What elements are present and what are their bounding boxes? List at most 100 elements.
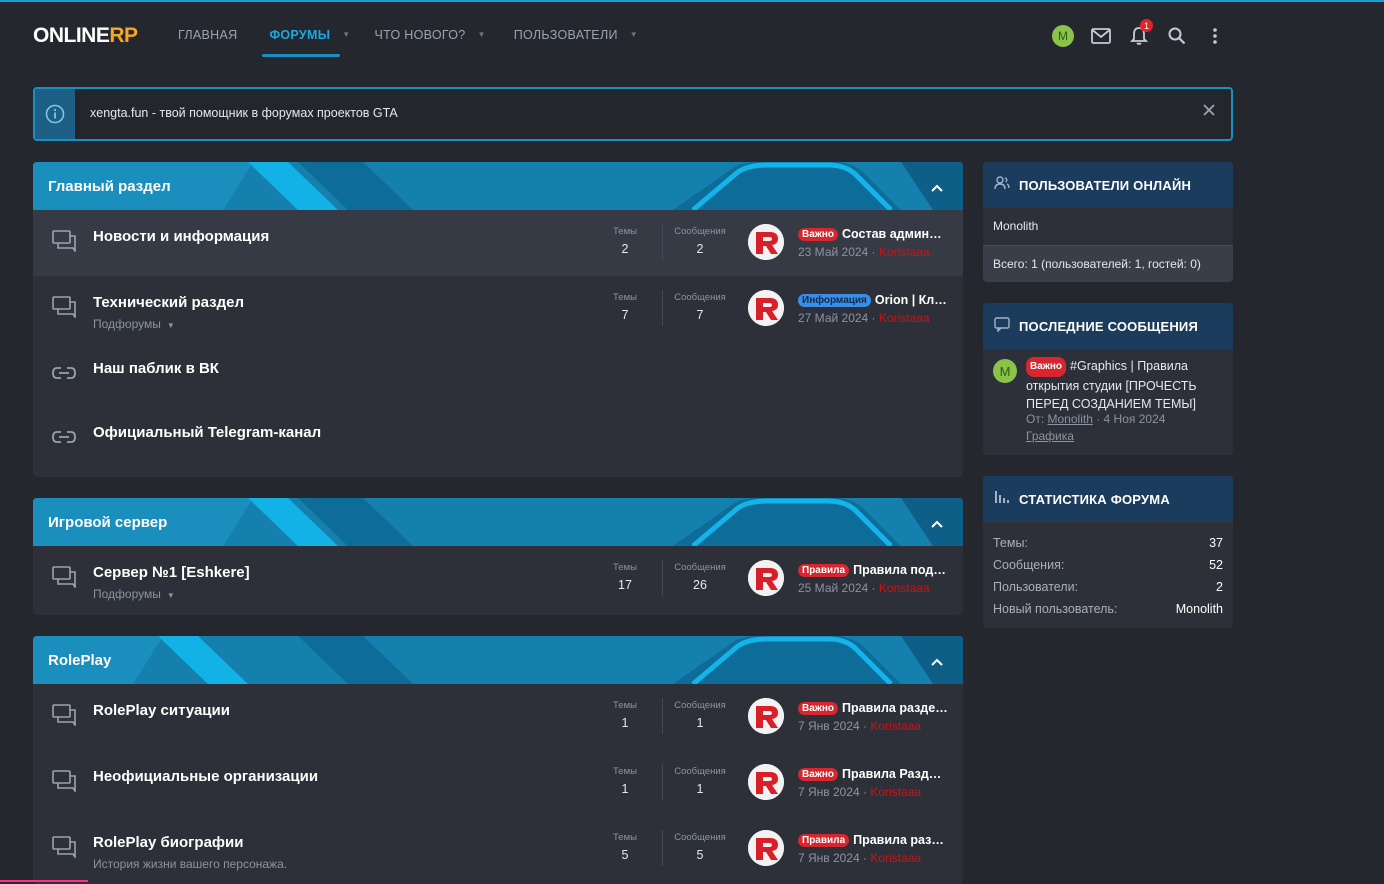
user-link[interactable]: Koristaaa	[870, 785, 921, 799]
stat-row: Пользователи:2	[993, 576, 1223, 598]
forum-chat-icon	[52, 296, 76, 323]
last-post-link[interactable]: ПравилаПравила подачи жалоб	[798, 563, 948, 577]
collapse-chevron-up-icon[interactable]	[931, 515, 943, 533]
prefix-badge: Важно	[798, 228, 838, 241]
category-header[interactable]: RolePlay	[33, 636, 963, 684]
users-icon	[994, 176, 1010, 195]
last-post-link[interactable]: ВажноПравила Раздела	[798, 767, 948, 781]
last-post-link[interactable]: ВажноСостав администрации	[798, 227, 948, 241]
chevron-down-icon[interactable]: ▼	[478, 20, 486, 50]
nav-users[interactable]: ПОЛЬЗОВАТЕЛИ▼	[502, 20, 650, 58]
avatar: M	[1052, 25, 1074, 47]
user-link[interactable]: Monolith	[1176, 598, 1223, 620]
widget-header: ПОСЛЕДНИЕ СООБЩЕНИЯ	[983, 303, 1233, 349]
forum-title-link[interactable]: Сервер №1 [Eshkere]	[93, 564, 250, 581]
latest-post-item: M Важно#Graphics | Правила открытия студ…	[983, 349, 1233, 455]
collapse-chevron-up-icon[interactable]	[931, 653, 943, 671]
forum-title-link[interactable]: Технический раздел	[93, 294, 244, 311]
avatar[interactable]	[748, 224, 784, 260]
close-icon[interactable]	[1203, 103, 1215, 121]
last-post-meta: 23 Май 2024 · Koristaaa	[798, 245, 930, 259]
bell-icon[interactable]: 1	[1120, 24, 1158, 48]
last-post-meta: 27 Май 2024 · Koristaaa	[798, 311, 930, 325]
last-post-meta: 25 Май 2024 · Koristaaa	[798, 581, 930, 595]
site-logo[interactable]: ONLINERP	[33, 24, 138, 48]
avatar[interactable]	[748, 830, 784, 866]
forum-title-link[interactable]: RolePlay биографии	[93, 834, 244, 851]
nav-home[interactable]: ГЛАВНАЯ	[166, 20, 249, 58]
link-node[interactable]: Официальный Telegram-канал	[33, 406, 963, 477]
category-title[interactable]: Главный раздел	[48, 178, 171, 195]
messages-stat: Сообщения2	[668, 226, 732, 256]
themes-stat: Темы5	[593, 832, 657, 862]
forum-title-link[interactable]: Неофициальные организации	[93, 768, 318, 785]
forum-node[interactable]: Новости и информация Темы2 Сообщения2 Ва…	[33, 210, 963, 276]
chevron-down-icon: ▼	[167, 321, 175, 330]
prefix-badge: Правила	[798, 564, 849, 577]
user-link[interactable]: Koristaaa	[879, 581, 930, 595]
latest-post-link[interactable]: Важно#Graphics | Правила открытия студии…	[1026, 357, 1226, 413]
subforums-dropdown[interactable]: Подфорумы▼	[93, 587, 175, 601]
chevron-down-icon[interactable]: ▼	[630, 20, 638, 50]
user-link[interactable]: Koristaaa	[879, 245, 930, 259]
widget-header: СТАТИСТИКА ФОРУМА	[983, 476, 1233, 522]
prefix-badge: Правила	[798, 834, 849, 847]
category-block: RolePlay RolePlay ситуации Темы1 Сообщен…	[33, 636, 963, 884]
avatar[interactable]	[748, 560, 784, 596]
avatar[interactable]	[748, 764, 784, 800]
nav-whats-new[interactable]: ЧТО НОВОГО?▼	[362, 20, 497, 58]
sidebar: ПОЛЬЗОВАТЕЛИ ОНЛАЙН Monolith Всего: 1 (п…	[983, 162, 1233, 649]
user-link[interactable]: Monolith	[1048, 412, 1093, 426]
forum-node[interactable]: RolePlay биографии История жизни вашего …	[33, 816, 963, 884]
header-decoration	[33, 162, 963, 210]
avatar[interactable]	[748, 290, 784, 326]
avatar[interactable]: M	[993, 359, 1017, 383]
online-users-widget: ПОЛЬЗОВАТЕЛИ ОНЛАЙН Monolith Всего: 1 (п…	[983, 162, 1233, 282]
chevron-down-icon[interactable]: ▼	[342, 20, 350, 50]
widget-title: СТАТИСТИКА ФОРУМА	[1019, 492, 1170, 507]
forum-node[interactable]: RolePlay ситуации Темы1 Сообщения1 Важно…	[33, 684, 963, 750]
nav-forums[interactable]: ФОРУМЫ▼	[257, 20, 362, 58]
site-header: ONLINERP ГЛАВНАЯ ФОРУМЫ▼ ЧТО НОВОГО?▼ ПО…	[0, 2, 1384, 64]
user-link[interactable]: Koristaaa	[870, 851, 921, 865]
category-header[interactable]: Главный раздел	[33, 162, 963, 210]
forum-node[interactable]: Сервер №1 [Eshkere] Подфорумы▼ Темы17 Со…	[33, 546, 963, 615]
avatar[interactable]	[748, 698, 784, 734]
messages-stat: Сообщения1	[668, 766, 732, 796]
forum-title-link[interactable]: Новости и информация	[93, 228, 269, 245]
last-post-link[interactable]: ИнформацияOrion | Клан	[798, 293, 948, 307]
themes-stat: Темы17	[593, 562, 657, 592]
online-user-link[interactable]: Monolith	[983, 208, 1233, 245]
messages-stat: Сообщения26	[668, 562, 732, 592]
search-icon[interactable]	[1158, 24, 1196, 48]
themes-stat: Темы7	[593, 292, 657, 322]
last-post-link[interactable]: ВажноПравила раздела	[798, 701, 948, 715]
user-link[interactable]: Koristaaa	[870, 719, 921, 733]
widget-title: ПОЛЬЗОВАТЕЛИ ОНЛАЙН	[1019, 178, 1191, 193]
prefix-badge: Информация	[798, 294, 871, 307]
last-post-link[interactable]: ПравилаПравила раздела	[798, 833, 948, 847]
subforums-dropdown[interactable]: Подфорумы▼	[93, 317, 175, 331]
link-icon	[52, 366, 76, 385]
forum-title-link[interactable]: RolePlay ситуации	[93, 702, 230, 719]
forum-node[interactable]: Неофициальные организации Темы1 Сообщени…	[33, 750, 963, 816]
forum-link[interactable]: Графика	[1026, 429, 1074, 443]
last-post-meta: 7 Янв 2024 · Koristaaa	[798, 719, 921, 733]
messages-stat: Сообщения7	[668, 292, 732, 322]
more-vertical-icon[interactable]	[1196, 24, 1234, 48]
link-title[interactable]: Наш паблик в ВК	[93, 360, 219, 377]
last-post-meta: 7 Янв 2024 · Koristaaa	[798, 851, 921, 865]
user-link[interactable]: Koristaaa	[879, 311, 930, 325]
category-title[interactable]: RolePlay	[48, 652, 111, 669]
collapse-chevron-up-icon[interactable]	[931, 179, 943, 197]
forum-list: Главный раздел Новости и информация Темы…	[33, 162, 963, 884]
notice-text: xengta.fun - твой помощник в форумах про…	[90, 106, 398, 120]
link-title[interactable]: Официальный Telegram-канал	[93, 424, 321, 441]
forum-node[interactable]: Технический раздел Подфорумы▼ Темы7 Сооб…	[33, 276, 963, 342]
forum-description: История жизни вашего персонажа.	[93, 857, 287, 871]
link-node[interactable]: Наш паблик в ВК	[33, 342, 963, 406]
category-header[interactable]: Игровой сервер	[33, 498, 963, 546]
user-avatar-button[interactable]: M	[1044, 24, 1082, 48]
mail-icon[interactable]	[1082, 24, 1120, 48]
category-title[interactable]: Игровой сервер	[48, 514, 167, 531]
